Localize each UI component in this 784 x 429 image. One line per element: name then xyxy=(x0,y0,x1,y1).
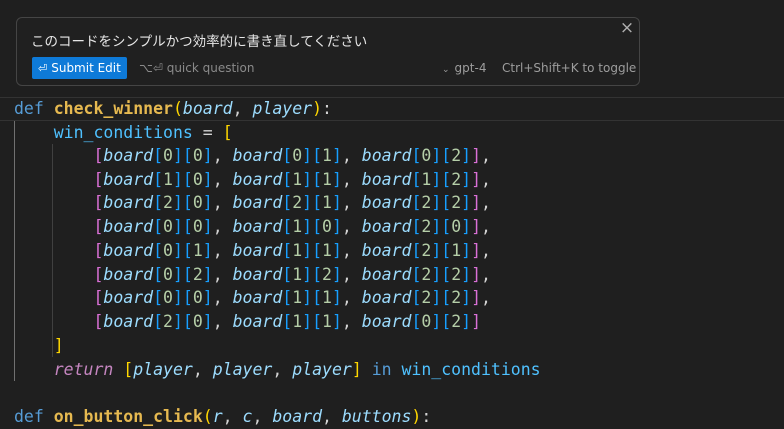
code-line-next-def: def on_button_click(r, c, board, buttons… xyxy=(14,407,432,426)
win-condition-row: [board[0][0], board[0][1], board[0][2]], xyxy=(93,146,491,165)
return-keyword: return xyxy=(53,360,114,379)
win-condition-row: [board[2][0], board[2][1], board[2][2]], xyxy=(93,193,491,213)
win-conditions-var: win_conditions xyxy=(53,123,193,142)
param-player: player xyxy=(252,99,313,118)
code-line-win-conditions: win_conditions = [ xyxy=(53,123,233,142)
function-name: check_winner xyxy=(53,99,173,118)
next-params: r, c, board, buttons xyxy=(212,407,412,426)
in-keyword: in xyxy=(371,360,392,379)
return-player-1: player xyxy=(133,360,193,379)
def-keyword: def xyxy=(14,99,44,118)
code-line-close-bracket: ] xyxy=(53,336,64,355)
model-selector[interactable]: ⌄ gpt-4 xyxy=(442,57,486,81)
def-keyword-2: def xyxy=(14,407,44,426)
toggle-shortcut-hint: Ctrl+Shift+K to toggle xyxy=(502,61,637,75)
prompt-input[interactable]: このコードをシンプルかつ効率的に書き直してください xyxy=(31,30,367,50)
win-condition-row: [board[0][2], board[1][2], board[2][2]], xyxy=(93,264,491,284)
model-label: gpt-4 xyxy=(454,61,487,75)
win-condition-row: [board[0][0], board[1][0], board[2][0]], xyxy=(93,217,491,237)
return-player-3: player xyxy=(292,360,352,379)
return-win-conditions: win_conditions xyxy=(401,360,541,379)
submit-edit-label: Submit Edit xyxy=(51,61,121,75)
win-condition-row: [board[0][0], board[1][1], board[2][2]], xyxy=(93,288,491,308)
param-board: board xyxy=(182,99,233,118)
code-line-def: def check_winner(board, player): xyxy=(14,99,332,118)
win-condition-row: [board[1][0], board[1][1], board[1][2]], xyxy=(93,169,491,189)
code-line-return: return [player, player, player] in win_c… xyxy=(53,360,541,379)
inline-edit-prompt: このコードをシンプルかつ効率的に書き直してください × ⏎ Submit Edit… xyxy=(16,17,640,86)
next-function-name: on_button_click xyxy=(53,407,203,426)
close-icon[interactable]: × xyxy=(619,20,635,37)
win-condition-row: [board[2][0], board[1][1], board[0][2]] xyxy=(93,311,481,331)
win-condition-row: [board[0][1], board[1][1], board[2][1]], xyxy=(93,240,491,260)
chevron-down-icon: ⌄ xyxy=(442,65,450,75)
submit-edit-button[interactable]: ⏎ Submit Edit xyxy=(32,57,127,79)
quick-question-button[interactable]: ⌥⏎ quick question xyxy=(139,57,254,79)
code-editor[interactable]: def check_winner(board, player): win_con… xyxy=(0,97,784,426)
enter-icon: ⏎ xyxy=(38,62,48,75)
return-player-2: player xyxy=(212,360,273,379)
